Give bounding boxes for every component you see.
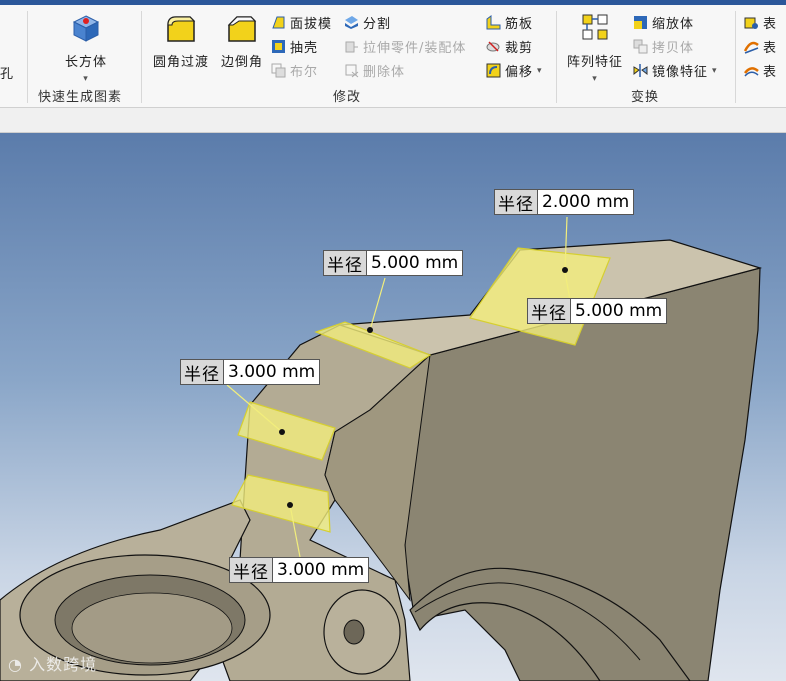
mirror-feature-label: 镜像特征 — [652, 65, 709, 80]
dimension-value[interactable]: 5.000 mm — [571, 301, 666, 321]
dropdown-caret-icon[interactable]: ▾ — [537, 66, 543, 76]
chamfer-button[interactable]: 边倒角 — [218, 13, 266, 70]
surface-tool-1[interactable]: 表 — [744, 13, 777, 32]
dimension-value[interactable]: 2.000 mm — [538, 192, 633, 212]
group-separator — [556, 11, 557, 103]
ribbon-cut-label: 孔 — [0, 67, 14, 82]
offset-icon — [486, 63, 501, 78]
dimension-value[interactable]: 3.000 mm — [273, 560, 368, 580]
scale-body-icon — [634, 16, 647, 29]
dimension-label[interactable]: 半径 3.000 mm — [180, 359, 321, 385]
extrude-part-icon — [345, 41, 358, 53]
dimension-key: 半径 — [495, 190, 538, 215]
chamfer-label: 边倒角 — [220, 55, 263, 70]
scale-body-button[interactable]: 缩放体 — [633, 13, 694, 32]
delete-body-button[interactable]: 删除体 — [344, 61, 405, 80]
chamfer-icon — [227, 16, 257, 42]
fillet-button[interactable]: 圆角过渡 — [149, 13, 213, 70]
dimension-value[interactable]: 3.000 mm — [224, 362, 319, 382]
split-button[interactable]: 分割 — [344, 13, 391, 32]
dimension-value[interactable]: 5.000 mm — [367, 253, 462, 273]
extrude-part-label: 拉伸零件/装配体 — [363, 41, 467, 56]
pattern-icon — [582, 14, 608, 40]
copy-body-icon — [633, 39, 648, 54]
dimension-key: 半径 — [230, 558, 273, 583]
group-separator — [141, 11, 142, 103]
shell-button[interactable]: 抽壳 — [271, 37, 318, 56]
watermark: ◔ 入数跨境 — [8, 651, 97, 675]
rib-button[interactable]: 筋板 — [486, 13, 533, 32]
surface-tool-3-label: 表 — [763, 65, 778, 80]
box-button[interactable]: 长方体 ▾ — [58, 13, 114, 85]
3d-viewport[interactable]: 半径 2.000 mm 半径 5.000 mm 半径 5.000 mm 半径 3… — [0, 133, 786, 681]
offset-button[interactable]: 偏移 ▾ — [486, 61, 543, 80]
dimension-label[interactable]: 半径 5.000 mm — [323, 250, 464, 276]
rib-label: 筋板 — [505, 17, 534, 32]
watermark-text: 入数跨境 — [29, 655, 98, 674]
draft-face-button[interactable]: 面拔模 — [271, 13, 332, 32]
dimension-key: 半径 — [181, 360, 224, 385]
trim-icon — [486, 41, 500, 52]
boolean-label: 布尔 — [290, 65, 319, 80]
surface-icon — [744, 67, 759, 77]
mirror-feature-button[interactable]: 镜像特征 ▾ — [633, 61, 718, 80]
trim-button[interactable]: 裁剪 — [486, 37, 533, 56]
shell-icon — [272, 40, 285, 53]
dimension-key: 半径 — [528, 299, 571, 324]
surface-tool-2-label: 表 — [763, 41, 778, 56]
box-icon — [72, 15, 100, 42]
draft-face-label: 面拔模 — [290, 17, 333, 32]
boolean-icon — [271, 63, 286, 78]
pattern-feature-button[interactable]: 阵列特征 ▾ — [563, 13, 627, 85]
ribbon: 孔 长方体 ▾ 快速生成图素 圆角过渡 边倒角 面拔模 抽壳 布尔 分割 拉伸零… — [0, 5, 786, 108]
surface-icon — [744, 17, 758, 29]
group-label-transform: 变换 — [631, 90, 660, 105]
rib-icon — [486, 15, 501, 30]
shell-label: 抽壳 — [290, 41, 319, 56]
delete-body-label: 删除体 — [363, 65, 406, 80]
draft-face-icon — [272, 16, 285, 29]
surface-tool-3[interactable]: 表 — [744, 61, 777, 80]
split-icon — [345, 16, 358, 29]
copy-body-button[interactable]: 拷贝体 — [633, 37, 694, 56]
dimension-key: 半径 — [324, 251, 367, 276]
part-model[interactable] — [0, 133, 786, 681]
dimension-label[interactable]: 半径 2.000 mm — [494, 189, 635, 215]
fillet-label: 圆角过渡 — [152, 55, 209, 70]
dropdown-caret-icon[interactable]: ▾ — [712, 66, 718, 76]
watermark-logo-icon: ◔ — [8, 655, 23, 674]
surface-tool-1-label: 表 — [763, 17, 778, 32]
pattern-feature-label: 阵列特征 — [566, 55, 623, 70]
mirror-icon — [633, 64, 648, 77]
dimension-label[interactable]: 半径 5.000 mm — [527, 298, 668, 324]
split-label: 分割 — [363, 17, 392, 32]
boolean-button[interactable]: 布尔 — [271, 61, 318, 80]
group-label-modify: 修改 — [333, 90, 362, 105]
dropdown-caret-icon[interactable]: ▾ — [83, 74, 89, 84]
group-label-quick: 快速生成图素 — [38, 90, 123, 105]
group-separator — [27, 11, 28, 103]
surface-icon — [744, 41, 759, 54]
dimension-label[interactable]: 半径 3.000 mm — [229, 557, 370, 583]
scale-body-label: 缩放体 — [652, 17, 695, 32]
tab-strip — [0, 108, 786, 133]
group-separator — [735, 11, 736, 103]
dropdown-caret-icon[interactable]: ▾ — [592, 74, 598, 84]
surface-tool-2[interactable]: 表 — [744, 37, 777, 56]
delete-body-icon — [345, 64, 359, 78]
trim-label: 裁剪 — [505, 41, 534, 56]
extrude-part-button[interactable]: 拉伸零件/装配体 — [344, 37, 466, 56]
fillet-icon — [167, 16, 196, 42]
box-button-label: 长方体 — [64, 55, 107, 70]
copy-body-label: 拷贝体 — [652, 41, 695, 56]
offset-label: 偏移 — [505, 65, 534, 80]
